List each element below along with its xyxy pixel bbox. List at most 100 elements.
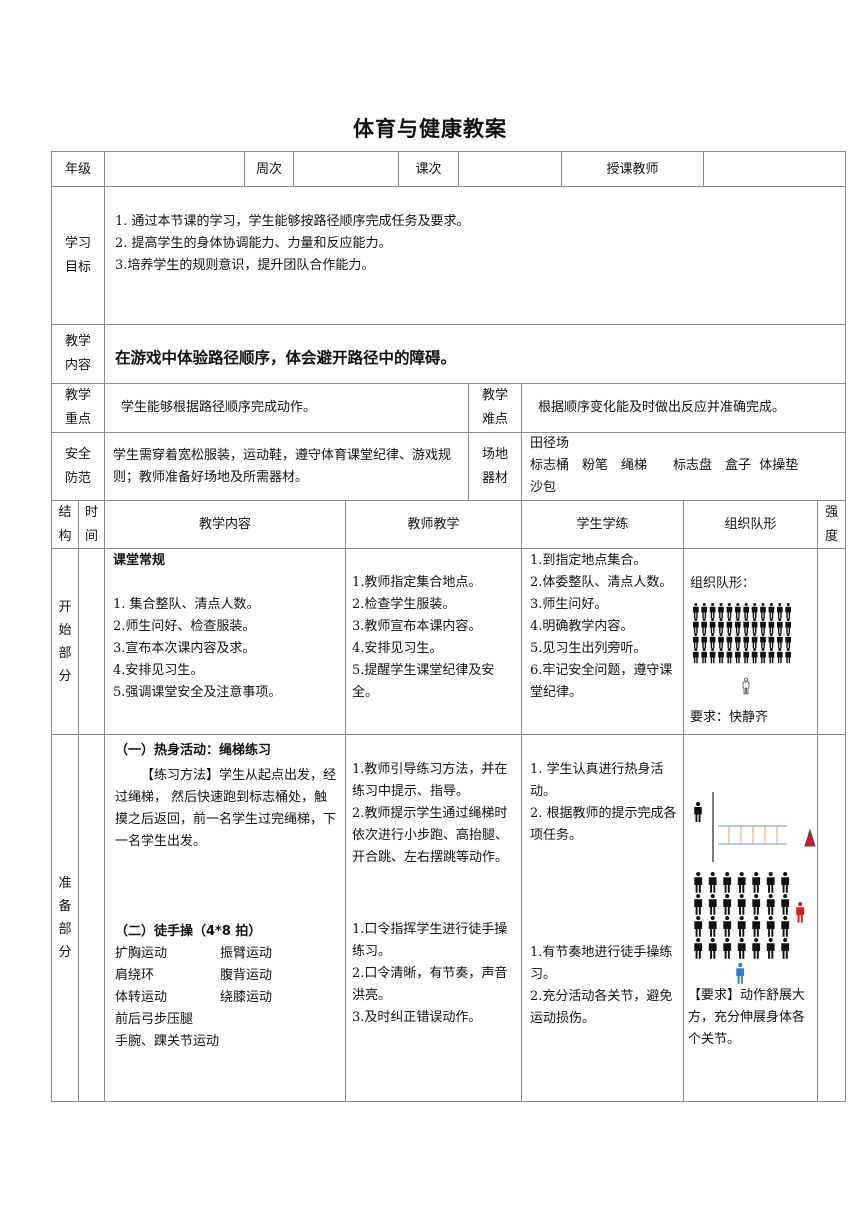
- formation-label: 组织队形：: [690, 576, 756, 591]
- teacher-field[interactable]: [703, 151, 846, 187]
- student-figure-icon: [723, 938, 732, 959]
- exercise-title: （二）徒手操（4*8 拍）: [115, 924, 262, 939]
- student-figure-icon: [752, 916, 761, 937]
- col-time: 时间: [78, 500, 105, 549]
- col-formation: 组织队形: [683, 500, 818, 549]
- col-content: 教学内容: [104, 500, 346, 549]
- student-figure-icon: [726, 603, 733, 619]
- student-figure-icon: [701, 633, 708, 649]
- student-figure-icon: [737, 894, 746, 915]
- student-figure-icon: [737, 872, 746, 893]
- section-start-content: 课堂常规 1. 集合整队、清点人数。 2.师生问好、检查服装。 3.宣布本次课内…: [104, 548, 346, 735]
- student-figure-icon: [743, 618, 750, 634]
- teacher-label: 授课教师: [561, 151, 704, 187]
- student-figure-icon: [760, 633, 766, 649]
- section-prep-time: [78, 734, 105, 1102]
- student-figure-icon: [766, 872, 775, 893]
- routine-item: 2.师生问好、检查服装。: [113, 619, 256, 634]
- student-figure-icon: [694, 916, 703, 937]
- student-figure-icon: [692, 618, 699, 634]
- student-figure-icon: [701, 648, 708, 664]
- col-teacher: 教师教学: [345, 500, 522, 549]
- student-figure-icon: [776, 648, 783, 664]
- formation-diagram-assembly: [692, 603, 802, 703]
- section-prep-intensity: [817, 734, 846, 1102]
- teacher-item: 5.提醒学生课堂纪律及安全。: [352, 663, 495, 700]
- student-figure-icon: [743, 633, 750, 649]
- student-item: 2. 根据教师的提示完成各项任务。: [530, 806, 677, 843]
- student-figure-icon: [726, 618, 733, 634]
- week-field[interactable]: [293, 151, 399, 187]
- student-figure-icon: [708, 872, 717, 893]
- rope-ladder-icon: [718, 825, 787, 845]
- col-structure: 结构: [51, 500, 79, 549]
- student-figure-icon: [692, 648, 699, 664]
- student-figure-icon: [752, 894, 761, 915]
- exercise-pair: 扩胸运动 振臂运动: [115, 946, 273, 961]
- marker-cone-icon: [804, 828, 816, 847]
- section-prep-label: 准备部分: [51, 734, 79, 1102]
- warmup-method: 【练习方法】学生从起点出发，经过绳梯， 然后快速跑到标志桶处，触摸之后返回，前一…: [115, 768, 337, 849]
- grade-field[interactable]: [104, 151, 245, 187]
- student-figure-icon: [701, 603, 708, 619]
- section-start-label: 开始部分: [51, 548, 79, 735]
- routine-item: 5.强调课堂安全及注意事项。: [113, 685, 282, 700]
- goal-item: 1. 通过本节课的学习，学生能够按路径顺序完成任务及要求。: [115, 214, 470, 229]
- section-start-formation: 组织队形： 要求：快静齐: [683, 548, 818, 735]
- section-start-teacher: 1.教师指定集合地点。 2.检查学生服装。 3.教师宣布本课内容。 4.安排见习…: [345, 548, 522, 735]
- student-figure-icon: [743, 603, 750, 619]
- student-figure-icon: [760, 648, 766, 664]
- formation-diagram-ladder: [694, 792, 816, 984]
- section-start-intensity: [817, 548, 846, 735]
- student-figure-icon: [723, 894, 732, 915]
- student-item: 2.体委整队、清点人数。: [530, 575, 673, 590]
- key-points-text: 学生能够根据路径顺序完成动作。: [121, 400, 317, 415]
- teacher-item: 3.及时纠正错误动作。: [352, 1010, 482, 1025]
- lesson-label: 课次: [398, 151, 459, 187]
- difficulty-text: 根据顺序变化能及时做出反应并准确完成。: [538, 400, 786, 415]
- venue-line: 沙包: [530, 480, 557, 495]
- student-item: 1. 学生认真进行热身活动。: [530, 762, 664, 799]
- student-figure-icon: [708, 894, 717, 915]
- student-figure-icon: [785, 618, 792, 634]
- difficulty-label: 教学难点: [468, 383, 522, 433]
- student-figure-icon: [781, 872, 790, 893]
- student-figure-icon: [768, 648, 775, 664]
- lesson-field[interactable]: [458, 151, 562, 187]
- student-figure-icon: [718, 618, 724, 634]
- content-label: 教学内容: [51, 324, 105, 384]
- goal-item: 3.培养学生的规则意识，提升团队合作能力。: [115, 258, 375, 273]
- student-item: 5.见习生出列旁听。: [530, 641, 647, 656]
- student-figure-icon: [781, 894, 790, 915]
- student-item: 3.师生问好。: [530, 597, 608, 612]
- student-figure-icon: [768, 603, 775, 619]
- student-figure-icon: [726, 633, 733, 649]
- student-figure-icon: [694, 938, 703, 959]
- student-figure-icon: [734, 603, 741, 619]
- student-figure-icon: [709, 648, 716, 664]
- student-figure-icon: [776, 618, 783, 634]
- student-figure-icon: [752, 872, 761, 893]
- student-figure-icon: [734, 648, 741, 664]
- student-figure-icon: [709, 618, 716, 634]
- student-figure-icon: [751, 603, 758, 619]
- goal-item: 2. 提高学生的身体协调能力、力量和反应能力。: [115, 236, 392, 251]
- student-figure-icon: [785, 603, 792, 619]
- week-label: 周次: [244, 151, 294, 187]
- content-text: 在游戏中体验路径顺序，体会避开路径中的障碍。: [115, 349, 457, 367]
- student-figure-icon: [776, 633, 783, 649]
- key-points-label: 教学重点: [51, 383, 105, 433]
- student-item: 1.到指定地点集合。: [530, 553, 647, 568]
- routine-title: 课堂常规: [113, 553, 166, 568]
- section-start-time: [78, 548, 105, 735]
- student-figure-icon: [766, 916, 775, 937]
- routine-item: 4.安排见习生。: [113, 663, 204, 678]
- student-figure-icon: [781, 938, 790, 959]
- routine-item: 3.宣布本次课内容及求。: [113, 641, 256, 656]
- student-figure-icon: [737, 938, 746, 959]
- student-figure-icon: [709, 633, 716, 649]
- grade-label: 年级: [51, 151, 105, 187]
- routine-item: 1. 集合整队、清点人数。: [113, 597, 260, 612]
- formation-requirement: 要求：快静齐: [690, 710, 769, 725]
- exercise-pair: 体转运动 绕膝运动: [115, 990, 273, 1005]
